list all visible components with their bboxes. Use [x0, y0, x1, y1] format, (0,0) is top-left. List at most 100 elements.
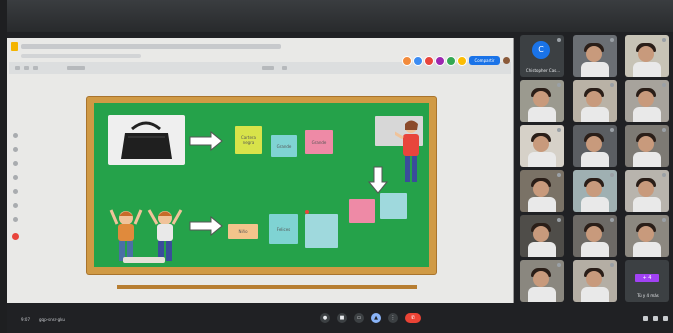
- slides-icon: [11, 42, 18, 51]
- menu-bar[interactable]: [21, 54, 141, 58]
- body-shape: [581, 107, 609, 122]
- kids-card: Niño: [228, 224, 258, 239]
- redo-icon[interactable]: [24, 66, 29, 70]
- shapes-tool-icon[interactable]: [13, 189, 18, 194]
- face-shape: [533, 136, 549, 152]
- monitor-top-bezel: [0, 0, 673, 34]
- presentation-title[interactable]: [21, 44, 281, 49]
- mic-icon[interactable]: ●: [320, 313, 330, 323]
- mic-off-icon: [610, 38, 614, 42]
- mic-off-icon: [557, 38, 561, 42]
- body-shape: [528, 107, 556, 122]
- face-shape: [533, 271, 549, 287]
- mic-off-icon: [662, 83, 666, 87]
- collaborator-avatar[interactable]: [435, 56, 445, 66]
- face-shape: [533, 181, 549, 197]
- participant-tile[interactable]: [573, 260, 617, 302]
- left-tool-strip: [11, 133, 21, 273]
- chat-icon[interactable]: [663, 316, 668, 321]
- participant-tile[interactable]: [625, 80, 669, 122]
- body-shape: [581, 62, 609, 77]
- mic-off-icon: [557, 263, 561, 267]
- camera-icon[interactable]: ■: [337, 313, 347, 323]
- mic-off-icon: [610, 128, 614, 132]
- present-icon[interactable]: ▲: [371, 313, 381, 323]
- body-shape: [528, 242, 556, 257]
- teacher-card: [380, 193, 407, 219]
- end-call-button[interactable]: ✆: [405, 313, 421, 323]
- more-options-icon[interactable]: ⋮: [388, 313, 398, 323]
- participant-tile[interactable]: [625, 125, 669, 167]
- participant-name: Tú y 4 más: [637, 293, 659, 298]
- face-shape: [586, 181, 602, 197]
- collaborator-avatar[interactable]: [402, 56, 412, 66]
- body-shape: [581, 197, 609, 212]
- mic-off-icon: [662, 38, 666, 42]
- participant-tile[interactable]: [625, 170, 669, 212]
- arrow-down-icon: [368, 166, 388, 194]
- mic-off-icon: [662, 173, 666, 177]
- mic-off-icon: [662, 128, 666, 132]
- participant-name: Chistopher Cas...: [525, 68, 561, 73]
- mic-off-icon: [610, 173, 614, 177]
- participant-tile[interactable]: [573, 35, 617, 77]
- laser-tool-icon[interactable]: [13, 217, 18, 222]
- chalk-tray: [117, 285, 417, 289]
- avatar: C: [532, 41, 550, 59]
- participant-tile[interactable]: [520, 80, 564, 122]
- participant-tile[interactable]: [573, 125, 617, 167]
- cursor-tool-icon[interactable]: [13, 133, 18, 138]
- face-shape: [638, 136, 654, 152]
- participant-tile[interactable]: [520, 215, 564, 257]
- mic-off-icon: [557, 218, 561, 222]
- face-shape: [586, 226, 602, 242]
- call-controls-bar: 9:07 gqp-snsr-gku ● ■ ▭ ▲ ⋮ ✆: [7, 303, 673, 333]
- participant-tile[interactable]: + 4 Tú y 4 más: [625, 260, 669, 302]
- kids-card: Felices: [269, 214, 298, 244]
- background-button[interactable]: [262, 66, 274, 70]
- pointer-dot: [305, 210, 309, 214]
- mic-off-icon: [557, 173, 561, 177]
- highlighter-tool-icon[interactable]: [13, 175, 18, 180]
- collaborator-avatar[interactable]: [424, 56, 434, 66]
- participant-tile[interactable]: [573, 215, 617, 257]
- face-shape: [638, 91, 654, 107]
- text-tool-icon[interactable]: [13, 203, 18, 208]
- collaborator-avatar[interactable]: [413, 56, 423, 66]
- record-icon[interactable]: [12, 233, 19, 240]
- collaborator-avatar[interactable]: [457, 56, 467, 66]
- people-icon[interactable]: [653, 316, 658, 321]
- meeting-time: 9:07: [21, 317, 30, 322]
- body-shape: [633, 197, 661, 212]
- participant-tile[interactable]: [520, 260, 564, 302]
- captions-icon[interactable]: ▭: [354, 313, 364, 323]
- shared-slides-window: Compartir Cartera negra Grande Grande Ni…: [7, 38, 514, 303]
- arrow-right-icon: [189, 131, 223, 151]
- participant-tile[interactable]: [625, 215, 669, 257]
- body-shape: [633, 107, 661, 122]
- participant-tile[interactable]: [625, 35, 669, 77]
- face-shape: [586, 271, 602, 287]
- collaborator-avatars: [402, 56, 467, 66]
- print-icon[interactable]: [33, 66, 38, 70]
- undo-icon[interactable]: [15, 66, 20, 70]
- eraser-tool-icon[interactable]: [13, 161, 18, 166]
- participant-tile[interactable]: [520, 170, 564, 212]
- pen-tool-icon[interactable]: [13, 147, 18, 152]
- mic-off-icon: [557, 128, 561, 132]
- info-icon[interactable]: [643, 316, 648, 321]
- collaborator-avatar[interactable]: [446, 56, 456, 66]
- mic-off-icon: [610, 83, 614, 87]
- share-button[interactable]: Compartir: [469, 56, 500, 65]
- participant-tile[interactable]: [573, 170, 617, 212]
- eraser-illustration: [123, 257, 165, 263]
- participant-tile[interactable]: [520, 125, 564, 167]
- participant-tile[interactable]: C Chistopher Cas...: [520, 35, 564, 77]
- account-avatar[interactable]: [503, 57, 510, 64]
- participant-tile[interactable]: [573, 80, 617, 122]
- zoom-control[interactable]: [67, 66, 85, 70]
- layout-icon[interactable]: [282, 66, 287, 70]
- face-shape: [533, 226, 549, 242]
- teacher-card: [349, 199, 375, 223]
- adjective-card: Cartera negra: [235, 126, 262, 154]
